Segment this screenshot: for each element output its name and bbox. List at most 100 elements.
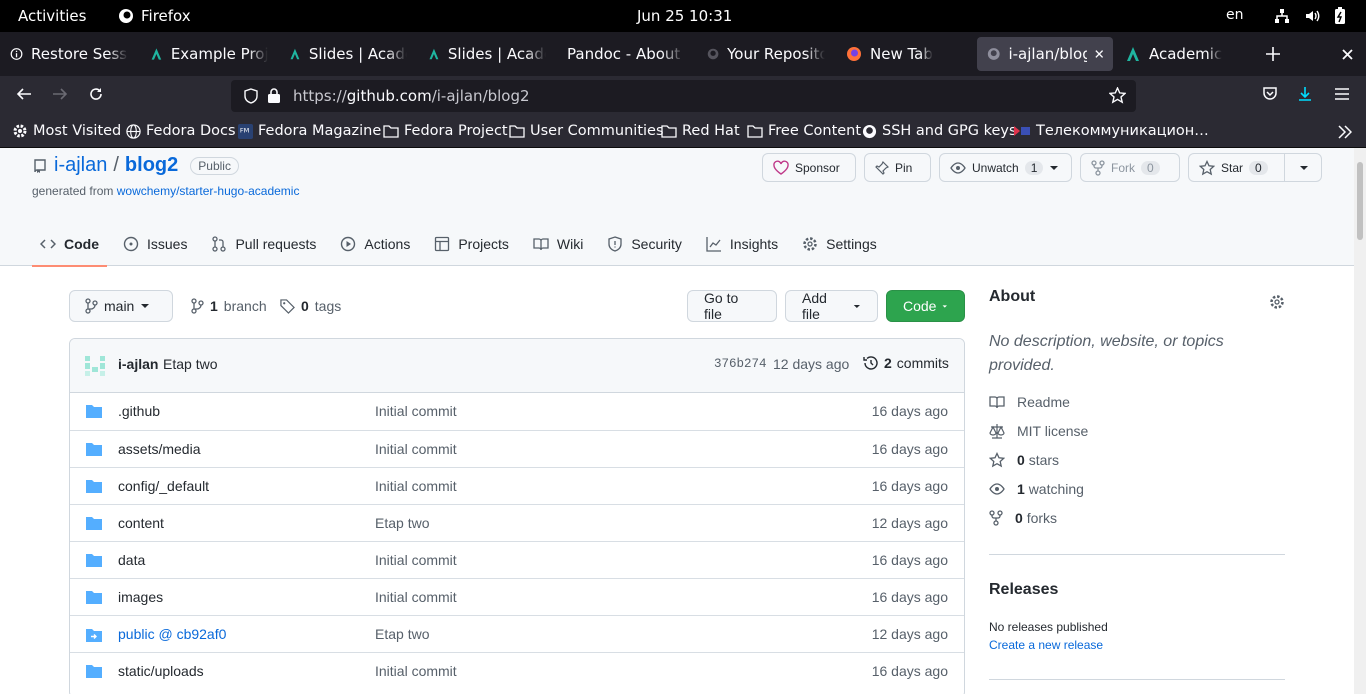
bookmark-star-icon[interactable] [1109, 87, 1126, 104]
file-name[interactable]: static/uploads [118, 663, 204, 679]
file-commit-message[interactable]: Initial commit [375, 403, 457, 419]
browser-tab[interactable]: Academic [1115, 37, 1253, 71]
file-commit-message[interactable]: Initial commit [375, 663, 457, 679]
fork-button[interactable]: Fork 0 [1080, 153, 1180, 182]
table-row[interactable]: config/_default Initial commit 16 days ago [70, 467, 964, 504]
repo-owner-link[interactable]: i-ajlan [54, 154, 107, 177]
table-row[interactable]: .github Initial commit 16 days ago [70, 393, 964, 430]
repo-name-link[interactable]: blog2 [125, 154, 178, 177]
tab-pull-requests[interactable]: Pull requests [203, 221, 324, 266]
create-release-link[interactable]: Create a new release [989, 638, 1103, 652]
go-to-file-button[interactable]: Go to file [687, 290, 777, 322]
file-name[interactable]: public @ cb92af0 [118, 626, 226, 642]
file-commit-message[interactable]: Initial commit [375, 589, 457, 605]
file-commit-message[interactable]: Etap two [375, 515, 429, 531]
tab-actions[interactable]: Actions [332, 221, 418, 266]
star-button[interactable]: Star 0 [1188, 153, 1322, 182]
commits-link[interactable]: 2 commits [863, 355, 949, 371]
browser-tab[interactable]: Restore Session [0, 37, 138, 71]
lock-icon[interactable] [267, 87, 281, 104]
browser-tab[interactable]: Slides | Academic [279, 37, 417, 71]
tab-insights[interactable]: Insights [698, 221, 786, 266]
stars-link[interactable]: 0 stars [989, 452, 1059, 468]
system-tray[interactable] [1274, 7, 1346, 25]
branch-selector[interactable]: main [69, 290, 173, 322]
file-name[interactable]: .github [118, 403, 160, 419]
table-row[interactable]: static/uploads Initial commit 16 days ago [70, 652, 964, 689]
browser-tab[interactable]: New Tab [836, 37, 974, 71]
bookmark-most-visited[interactable]: Most Visited [12, 123, 121, 139]
table-row[interactable]: images Initial commit 16 days ago [70, 578, 964, 615]
forward-icon[interactable] [52, 86, 68, 102]
table-row[interactable]: data Initial commit 16 days ago [70, 541, 964, 578]
close-tab-icon[interactable] [1094, 49, 1103, 59]
close-window-icon[interactable] [1342, 49, 1353, 60]
tab-wiki[interactable]: Wiki [525, 221, 591, 266]
tab-issues[interactable]: Issues [115, 221, 195, 266]
app-menu[interactable]: Firefox [118, 7, 191, 25]
file-name[interactable]: content [118, 515, 164, 531]
commit-author[interactable]: i-ajlan [118, 356, 158, 372]
bookmark-free-content[interactable]: Free Content [747, 123, 861, 139]
table-row[interactable]: assets/media Initial commit 16 days ago [70, 430, 964, 467]
branches-link[interactable]: 1 branch [190, 298, 267, 314]
file-commit-message[interactable]: Initial commit [375, 441, 457, 457]
file-commit-message[interactable]: Etap two [375, 626, 429, 642]
back-icon[interactable] [16, 86, 32, 102]
file-commit-message[interactable]: Initial commit [375, 552, 457, 568]
downloads-icon[interactable] [1297, 86, 1313, 102]
tab-settings[interactable]: Settings [794, 221, 885, 266]
address-bar[interactable]: https://github.com/i-ajlan/blog2 [231, 80, 1136, 112]
sponsor-button[interactable]: Sponsor [762, 153, 856, 182]
bookmark-telecom[interactable]: Телекоммуникацион… [1013, 123, 1209, 139]
watching-link[interactable]: 1 watching [989, 481, 1084, 497]
tab-projects[interactable]: Projects [426, 221, 517, 266]
commit-message[interactable]: Etap two [163, 356, 217, 372]
browser-tab[interactable]: Slides | Academic [418, 37, 556, 71]
forks-link[interactable]: 0 forks [989, 510, 1057, 526]
browser-tab-active[interactable]: i-ajlan/blog2 [977, 37, 1113, 71]
tab-security[interactable]: Security [599, 221, 690, 266]
browser-tab[interactable]: Pandoc - About pandoc [557, 37, 695, 71]
bookmark-fedora-project[interactable]: Fedora Project [383, 123, 508, 139]
chevron-down-icon[interactable] [1299, 165, 1309, 171]
bookmark-red-hat[interactable]: Red Hat [661, 123, 740, 139]
releases-title[interactable]: Releases [989, 581, 1058, 599]
file-name[interactable]: assets/media [118, 441, 200, 457]
bookmark-fedora-magazine[interactable]: FM Fedora Magazine [238, 123, 381, 139]
license-link[interactable]: MIT license [989, 423, 1088, 439]
file-name[interactable]: data [118, 552, 145, 568]
scrollbar-thumb[interactable] [1357, 162, 1363, 240]
file-name[interactable]: images [118, 589, 163, 605]
bookmark-ssh-gpg-keys[interactable]: SSH and GPG keys [862, 123, 1017, 139]
activities-button[interactable]: Activities [18, 7, 86, 25]
browser-tab[interactable]: Your Repositories [697, 37, 835, 71]
table-row[interactable]: content Etap two 12 days ago [70, 504, 964, 541]
commit-sha[interactable]: 376b274 [714, 357, 767, 371]
template-link[interactable]: wowchemy/starter-hugo-academic [117, 184, 300, 198]
pocket-icon[interactable] [1262, 86, 1278, 102]
new-tab-icon[interactable] [1266, 47, 1280, 61]
file-name[interactable]: config/_default [118, 478, 209, 494]
add-file-button[interactable]: Add file [785, 290, 878, 322]
tags-link[interactable]: 0 tags [280, 298, 341, 314]
table-row[interactable]: public @ cb92af0 Etap two 12 days ago [70, 615, 964, 652]
bookmark-user-communities[interactable]: User Communities [509, 123, 664, 139]
shield-icon[interactable] [243, 88, 259, 104]
gear-icon[interactable] [1269, 294, 1285, 310]
browser-tab[interactable]: Example Project [140, 37, 278, 71]
file-commit-message[interactable]: Initial commit [375, 478, 457, 494]
code-button[interactable]: Code [886, 290, 965, 322]
readme-link[interactable]: Readme [989, 394, 1070, 410]
scrollbar[interactable] [1354, 148, 1366, 694]
pin-button[interactable]: Pin [864, 153, 931, 182]
chevron-more-icon[interactable] [1338, 125, 1352, 139]
language-indicator[interactable]: en [1226, 7, 1244, 23]
reload-icon[interactable] [88, 86, 104, 102]
tab-code[interactable]: Code [32, 221, 107, 267]
avatar[interactable] [84, 355, 106, 377]
bookmark-fedora-docs[interactable]: Fedora Docs [126, 123, 236, 139]
menu-icon[interactable] [1334, 86, 1350, 102]
unwatch-button[interactable]: Unwatch 1 [939, 153, 1072, 182]
clock[interactable]: Jun 25 10:31 [637, 7, 732, 25]
